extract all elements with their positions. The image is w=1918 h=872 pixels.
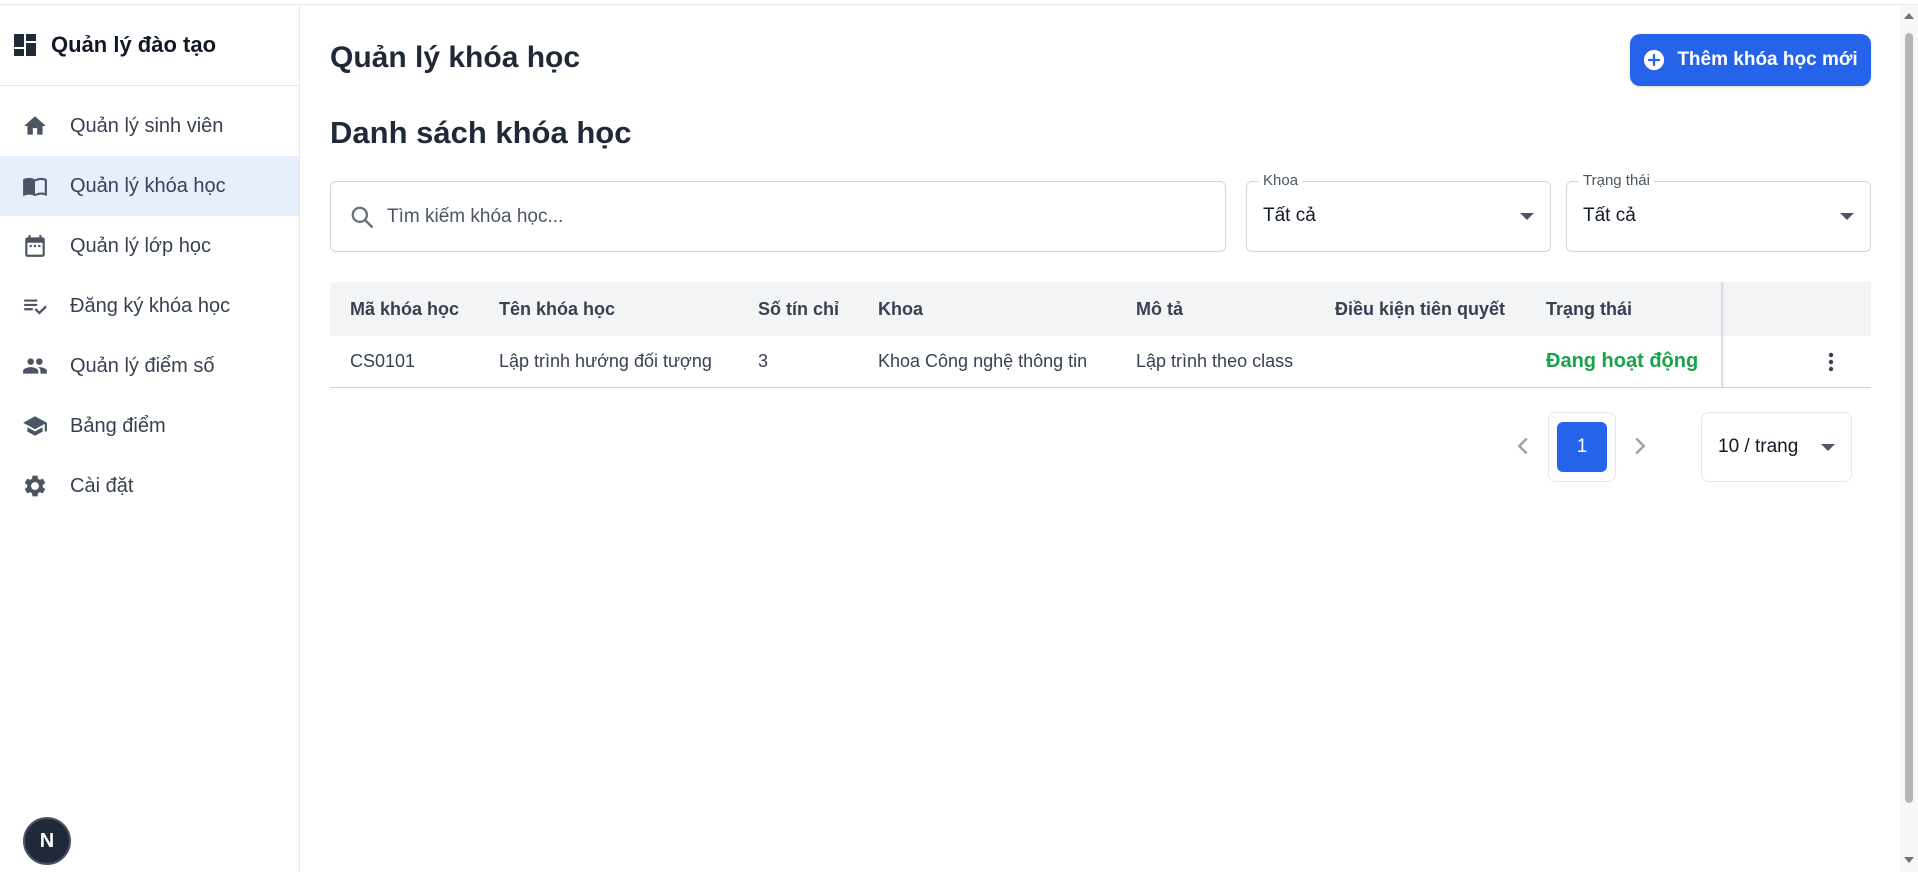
calendar-icon xyxy=(20,231,50,261)
scroll-up-arrow-icon[interactable] xyxy=(1904,13,1914,19)
course-department: Khoa Công nghệ thông tin xyxy=(878,351,1088,371)
sidebar-item-classes[interactable]: Quản lý lớp học xyxy=(0,216,299,276)
people-icon xyxy=(20,351,50,381)
table-row[interactable]: CS0101 Lập trình hướng đối tượng 3 Khoa … xyxy=(330,336,1871,388)
pagination: 1 10 / trang xyxy=(300,411,1871,483)
gear-icon xyxy=(20,471,50,501)
search-input[interactable] xyxy=(387,205,1207,228)
school-icon xyxy=(20,411,50,441)
department-filter-label: Khoa xyxy=(1259,172,1303,189)
sidebar-item-grades[interactable]: Quản lý điểm số xyxy=(0,336,299,396)
plus-circle-icon xyxy=(1644,49,1665,71)
caret-down-icon xyxy=(1840,213,1854,220)
sidebar-nav: Quản lý sinh viên Quản lý khóa học Quản … xyxy=(0,86,299,516)
sidebar: Quản lý đào tạo Quản lý sinh viên Quản l… xyxy=(0,5,300,872)
brand-title: Quản lý đào tạo xyxy=(51,32,217,57)
sidebar-item-label: Quản lý lớp học xyxy=(70,234,211,257)
sidebar-item-transcript[interactable]: Bảng điểm xyxy=(0,396,299,456)
column-header[interactable]: Điều kiện tiên quyết xyxy=(1315,299,1526,320)
more-vert-icon[interactable] xyxy=(1819,350,1843,374)
avatar[interactable]: N xyxy=(23,817,71,865)
sticky-column-divider xyxy=(1721,336,1725,387)
home-icon xyxy=(20,111,50,141)
sidebar-item-courses[interactable]: Quản lý khóa học xyxy=(0,156,299,216)
sidebar-item-students[interactable]: Quản lý sinh viên xyxy=(0,96,299,156)
status-filter-value: Tất cả xyxy=(1583,205,1636,226)
column-header[interactable]: Khoa xyxy=(858,299,1116,320)
sidebar-item-label: Cài đặt xyxy=(70,474,134,497)
course-description: Lập trình theo class xyxy=(1136,351,1294,371)
column-header[interactable]: Số tín chỉ xyxy=(738,299,858,320)
sidebar-item-registration[interactable]: Đăng ký khóa học xyxy=(0,276,299,336)
chevron-left-icon[interactable] xyxy=(1508,431,1538,461)
main-content: Quản lý khóa học Thêm khóa học mới Danh … xyxy=(300,5,1900,872)
page-size-value: 10 / trang xyxy=(1718,436,1799,457)
sidebar-item-label: Đăng ký khóa học xyxy=(70,294,231,317)
section-title: Danh sách khóa học xyxy=(330,115,632,150)
sidebar-item-label: Quản lý điểm số xyxy=(70,354,215,377)
status-filter[interactable]: Trạng thái Tất cả xyxy=(1566,172,1871,252)
column-header[interactable]: Trạng thái xyxy=(1526,299,1721,320)
search-icon xyxy=(351,206,374,228)
page-title: Quản lý khóa học xyxy=(330,41,581,74)
scrollbar-thumb[interactable] xyxy=(1905,33,1913,803)
add-course-label: Thêm khóa học mới xyxy=(1677,49,1858,70)
list-check-icon xyxy=(20,291,50,321)
search-box[interactable] xyxy=(330,181,1226,252)
page-button[interactable]: 1 xyxy=(1548,412,1616,482)
vertical-scrollbar[interactable] xyxy=(1900,5,1918,872)
book-icon xyxy=(20,171,50,201)
department-filter[interactable]: Khoa Tất cả xyxy=(1246,172,1551,252)
course-code: CS0101 xyxy=(350,351,416,371)
caret-down-icon xyxy=(1821,444,1835,451)
status-filter-label: Trạng thái xyxy=(1579,172,1654,189)
sidebar-item-settings[interactable]: Cài đặt xyxy=(0,456,299,516)
course-name: Lập trình hướng đối tượng xyxy=(499,351,712,371)
column-header[interactable]: Tên khóa học xyxy=(479,299,738,320)
caret-down-icon xyxy=(1520,213,1534,220)
chevron-right-icon[interactable] xyxy=(1625,431,1655,461)
department-filter-value: Tất cả xyxy=(1263,205,1316,226)
table-header: Mã khóa học Tên khóa học Số tín chỉ Khoa… xyxy=(330,282,1871,336)
courses-table: Mã khóa học Tên khóa học Số tín chỉ Khoa… xyxy=(330,282,1871,388)
add-course-button[interactable]: Thêm khóa học mới xyxy=(1630,34,1871,86)
scroll-down-arrow-icon[interactable] xyxy=(1904,857,1914,863)
course-credits: 3 xyxy=(758,351,769,371)
sidebar-item-label: Quản lý sinh viên xyxy=(70,114,224,137)
sidebar-item-label: Quản lý khóa học xyxy=(70,174,226,197)
page-size-select[interactable]: 10 / trang xyxy=(1701,412,1852,482)
dashboard-icon xyxy=(14,34,36,56)
sticky-column-divider xyxy=(1721,282,1725,336)
brand[interactable]: Quản lý đào tạo xyxy=(0,5,299,86)
sidebar-item-label: Bảng điểm xyxy=(70,414,166,437)
column-header[interactable]: Mã khóa học xyxy=(330,299,479,320)
column-header[interactable]: Mô tả xyxy=(1116,299,1315,320)
current-page-number: 1 xyxy=(1557,422,1607,472)
status-badge: Đang hoạt động xyxy=(1546,350,1699,372)
